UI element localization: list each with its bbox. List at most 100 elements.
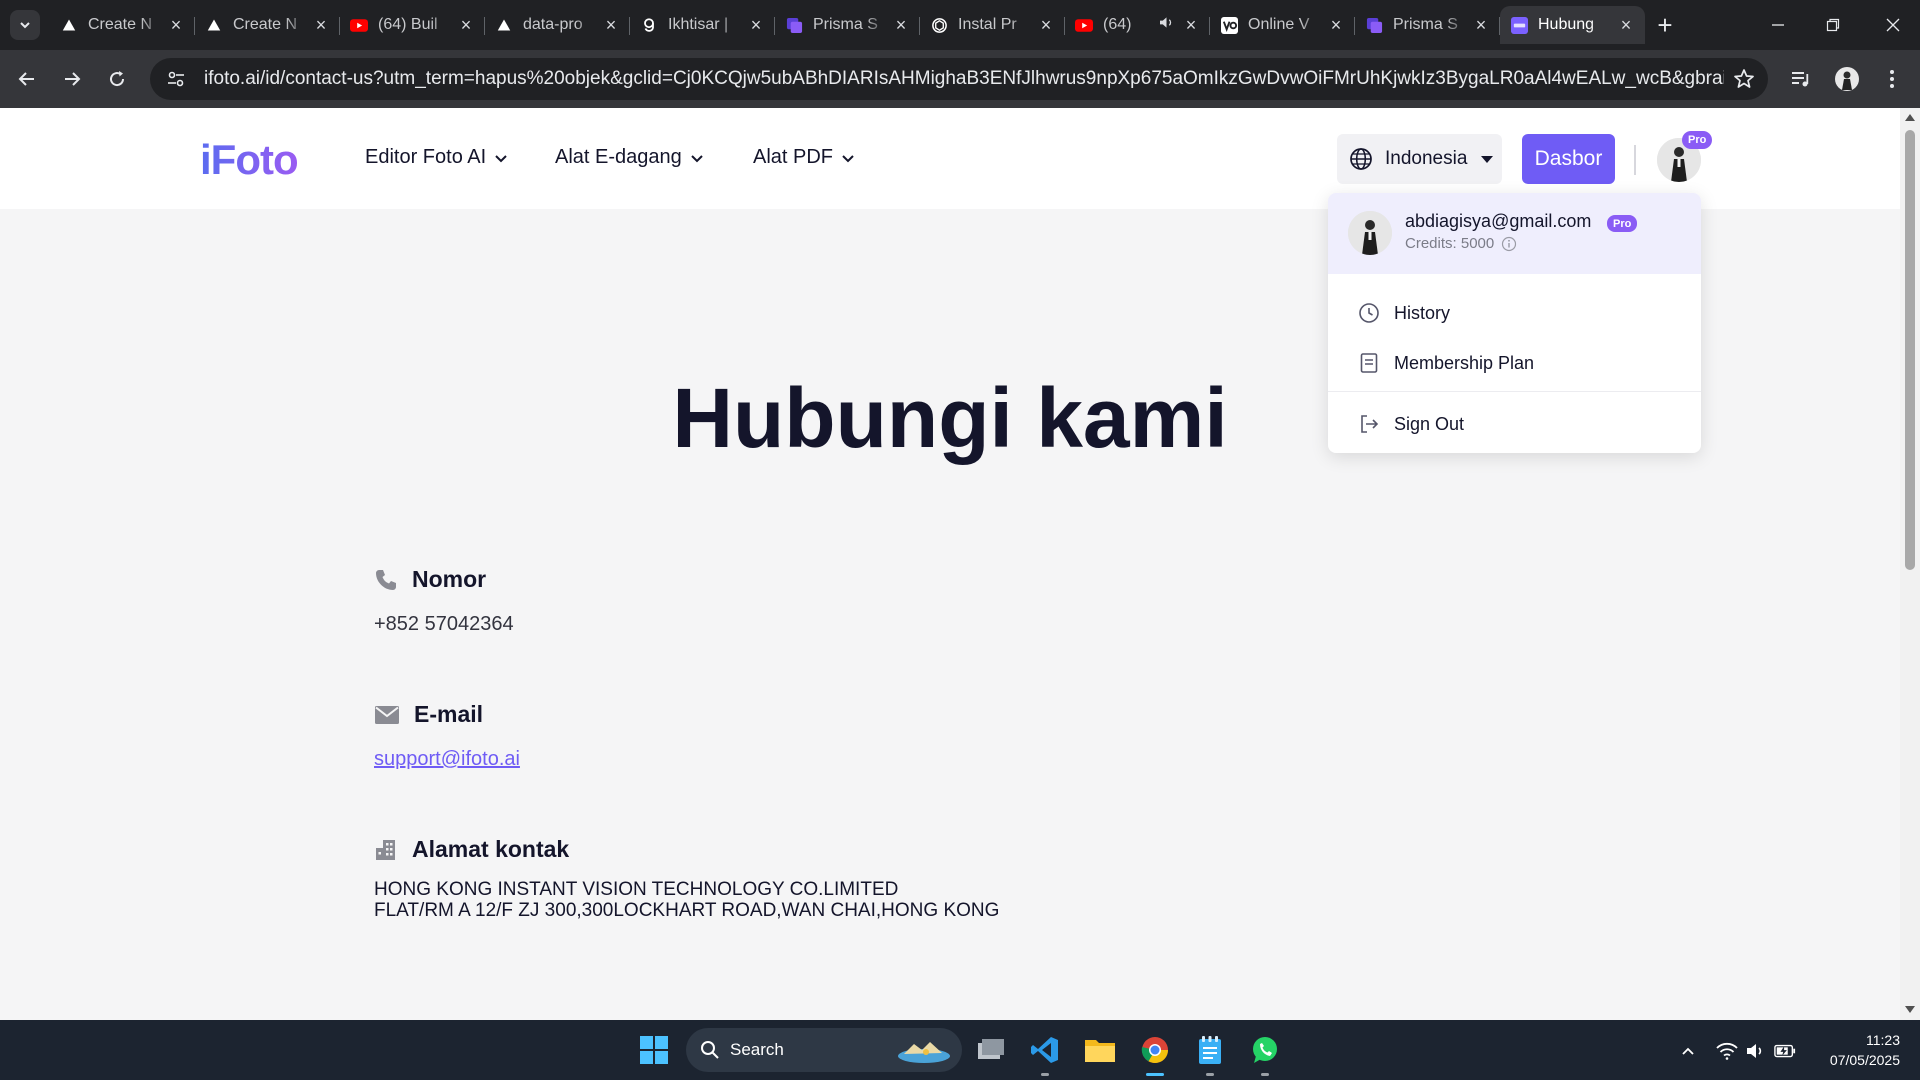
tab-close-icon[interactable]: ×	[457, 15, 475, 36]
browser-tab[interactable]: Instal Pr ×	[920, 6, 1065, 44]
menu-item-sign-out[interactable]: Sign Out	[1328, 401, 1701, 447]
taskbar-search[interactable]: Search	[686, 1028, 962, 1072]
browser-tab[interactable]: (64) Buil ×	[340, 6, 485, 44]
taskbar-file-explorer[interactable]	[1080, 1030, 1120, 1070]
tab-title: Hubung	[1538, 16, 1595, 33]
menu-item-label: Sign Out	[1394, 413, 1465, 434]
tray-overflow-button[interactable]	[1677, 1040, 1699, 1062]
tab-close-icon[interactable]: ×	[892, 15, 910, 36]
speaker-icon[interactable]	[1159, 16, 1174, 34]
tab-close-icon[interactable]: ×	[1182, 15, 1200, 36]
tab-close-icon[interactable]: ×	[1472, 15, 1490, 36]
nav-label: Alat PDF	[753, 146, 834, 168]
browser-tab[interactable]: Create N ×	[195, 6, 340, 44]
chevron-up-icon	[1682, 1047, 1694, 1055]
scroll-up-arrow[interactable]	[1905, 114, 1915, 121]
scroll-thumb[interactable]	[1905, 130, 1915, 570]
language-label: Indonesia	[1385, 148, 1468, 169]
scroll-down-arrow[interactable]	[1905, 1006, 1915, 1013]
reload-button[interactable]	[102, 64, 132, 94]
browser-tab[interactable]: Hubung ×	[1500, 6, 1645, 44]
chrome-icon	[1141, 1037, 1169, 1064]
tab-close-icon[interactable]: ×	[312, 15, 330, 36]
dashboard-button[interactable]: Dasbor	[1522, 134, 1615, 184]
nav-editor-foto-ai[interactable]: Editor Foto AI	[365, 146, 508, 169]
tab-title: Create N	[88, 16, 153, 33]
site-info-button[interactable]	[162, 65, 190, 93]
taskbar-whatsapp[interactable]	[1245, 1030, 1285, 1076]
email-link[interactable]: support@ifoto.ai	[374, 748, 520, 771]
browser-tab[interactable]: Prisma S ×	[1355, 6, 1500, 44]
user-photo-icon	[1348, 211, 1392, 255]
phone-icon	[376, 569, 396, 590]
taskbar-notepad[interactable]	[1190, 1030, 1230, 1076]
taskbar-chrome[interactable]	[1135, 1030, 1175, 1076]
tab-close-icon[interactable]: ×	[167, 15, 185, 36]
contact-phone-section: Nomor +852 57042364	[374, 566, 514, 636]
tab-title: Create N	[233, 16, 298, 33]
minimize-button[interactable]	[1750, 0, 1805, 50]
browser-tab[interactable]: (64) ×	[1065, 6, 1210, 44]
browser-menu-button[interactable]	[1877, 64, 1907, 94]
g-icon	[640, 16, 658, 34]
nav-alat-e-dagang[interactable]: Alat E-dagang	[555, 146, 704, 169]
tune-icon	[168, 71, 184, 87]
tab-search-button[interactable]	[10, 10, 40, 40]
close-window-button[interactable]	[1865, 0, 1920, 50]
more-vertical-icon	[1890, 70, 1894, 88]
tab-close-icon[interactable]: ×	[1327, 15, 1345, 36]
profile-button[interactable]	[1832, 64, 1862, 94]
ifoto-logo[interactable]: iFoto	[200, 136, 299, 184]
running-indicator	[1261, 1073, 1269, 1076]
volume-icon	[1747, 1044, 1762, 1058]
address-bar[interactable]: ifoto.ai/id/contact-us?utm_term=hapus%20…	[150, 58, 1768, 100]
tab-close-icon[interactable]: ×	[602, 15, 620, 36]
bookmark-button[interactable]	[1732, 67, 1756, 96]
tab-close-icon[interactable]: ×	[1617, 15, 1635, 36]
prisma-icon	[785, 16, 803, 34]
system-clock[interactable]: 11:23 07/05/2025	[1800, 1030, 1900, 1070]
windows-taskbar: Search 11:23 07/05/2025	[0, 1020, 1920, 1080]
tab-title: (64)	[1103, 16, 1132, 33]
credits-text: Credits: 5000	[1405, 235, 1495, 252]
taskbar-task-view[interactable]	[971, 1030, 1011, 1070]
menu-separator	[1328, 391, 1701, 392]
browser-toolbar: ifoto.ai/id/contact-us?utm_term=hapus%20…	[0, 50, 1920, 108]
tab-close-icon[interactable]: ×	[747, 15, 765, 36]
menu-item-history[interactable]: History	[1328, 290, 1701, 336]
browser-tab[interactable]: Prisma S ×	[775, 6, 920, 44]
chevron-down-icon	[691, 154, 703, 162]
tray-wifi[interactable]	[1716, 1040, 1738, 1062]
menu-item-membership-plan[interactable]: Membership Plan	[1328, 340, 1701, 386]
back-button[interactable]	[12, 64, 42, 94]
info-icon[interactable]	[1501, 236, 1517, 252]
browser-tab[interactable]: Create N ×	[50, 6, 195, 44]
url-text[interactable]: ifoto.ai/id/contact-us?utm_term=hapus%20…	[204, 68, 1724, 90]
contact-email-section: E-mail support@ifoto.ai	[374, 701, 520, 771]
forward-button[interactable]	[57, 64, 87, 94]
globe-icon	[1350, 148, 1372, 170]
vscode-icon	[1031, 1037, 1058, 1063]
battery-charging-icon	[1774, 1044, 1796, 1058]
mail-icon	[375, 705, 399, 724]
language-selector[interactable]: Indonesia	[1337, 134, 1502, 184]
page-scrollbar[interactable]	[1900, 108, 1920, 1020]
running-indicator	[1206, 1073, 1214, 1076]
start-button[interactable]	[634, 1030, 674, 1070]
media-controls-button[interactable]	[1786, 64, 1816, 94]
clock-time: 11:23	[1866, 1032, 1900, 1048]
caret-down-icon	[1481, 155, 1494, 163]
menu-item-label: Membership Plan	[1394, 352, 1535, 373]
restore-button[interactable]	[1805, 0, 1860, 50]
new-tab-button[interactable]: +	[1650, 10, 1680, 40]
browser-tab[interactable]: data-pro ×	[485, 6, 630, 44]
tab-close-icon[interactable]: ×	[1037, 15, 1055, 36]
tray-battery[interactable]	[1774, 1040, 1796, 1062]
arrow-left-icon	[18, 72, 34, 86]
whatsapp-icon	[1253, 1037, 1277, 1063]
tray-volume[interactable]	[1744, 1040, 1766, 1062]
browser-tab[interactable]: Ikhtisar | ×	[630, 6, 775, 44]
nav-alat-pdf[interactable]: Alat PDF	[753, 146, 855, 169]
browser-tab[interactable]: Online V ×	[1210, 6, 1355, 44]
taskbar-vscode[interactable]	[1025, 1030, 1065, 1076]
